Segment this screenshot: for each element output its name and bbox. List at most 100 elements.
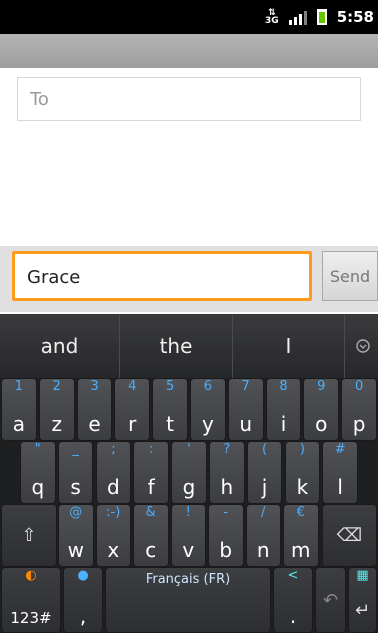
period-key[interactable]: <. <box>273 567 313 633</box>
key-x[interactable]: :-) x <box>95 504 131 567</box>
key-c-hint: & <box>145 505 156 520</box>
expand-suggestions-icon[interactable] <box>352 335 374 357</box>
key-o-hint: 9 <box>317 379 326 394</box>
key-j[interactable]: (j <box>246 441 283 504</box>
share-icon: < <box>287 568 299 583</box>
key-m-label: m <box>291 538 311 562</box>
key-r-label: r <box>128 412 137 436</box>
settings-icon: ◐ <box>25 568 37 583</box>
language-label: Français (FR) <box>145 572 231 587</box>
key-u[interactable]: 7u <box>227 378 264 441</box>
key-u-hint: 7 <box>241 379 250 394</box>
symbols-label: 123# <box>10 609 52 627</box>
suggestion-the[interactable]: the <box>120 314 233 378</box>
key-z-hint: 2 <box>52 379 61 394</box>
shift-key[interactable]: ⇧ <box>1 504 57 567</box>
suggestion-strip: and the I <box>0 314 378 378</box>
key-l-label: l <box>337 475 343 499</box>
undo-icon: ↶ <box>322 589 339 611</box>
key-s-label: s <box>70 475 81 499</box>
soft-keyboard: and the I 1 a 2 z 3 e 4 r 5 t 6 y 7 u 8 i 9 o 0 p " q _ s; d: f ' g… <box>0 314 378 633</box>
key-m[interactable]: € m <box>283 504 319 567</box>
key-a[interactable]: 1a <box>1 378 37 441</box>
key-h-hint: ? <box>223 442 231 457</box>
key-l[interactable]: # l <box>322 441 359 504</box>
key-w-hint: @ <box>69 505 83 520</box>
key-t[interactable]: 5t <box>152 378 188 441</box>
key-j-label: j <box>261 475 268 499</box>
key-n-label: n <box>256 538 270 562</box>
recipient-placeholder: To <box>30 89 49 110</box>
key-v[interactable]: ! v <box>170 504 206 567</box>
key-v-label: v <box>182 538 195 562</box>
key-j-hint: ( <box>262 442 268 457</box>
recipient-field[interactable]: To <box>17 77 361 121</box>
suggestion-and[interactable]: and <box>0 314 120 378</box>
comma-key-label: , <box>79 604 87 628</box>
comma-key[interactable]: ●, <box>63 567 103 633</box>
key-g[interactable]: ' g <box>171 441 207 504</box>
key-i[interactable]: 8i <box>265 378 302 441</box>
key-n[interactable]: / n <box>245 504 281 567</box>
key-f[interactable]: :f <box>133 441 170 504</box>
key-q[interactable]: " q <box>19 441 56 504</box>
key-d-hint: ; <box>111 442 116 457</box>
space-key[interactable]: Français (FR) <box>105 567 271 633</box>
key-p-label: p <box>352 412 366 436</box>
key-r-hint: 4 <box>128 379 137 394</box>
status-icons: ⇅ 3G 5:58 <box>265 0 378 34</box>
undo-key[interactable]: ↶ <box>315 567 346 633</box>
key-b-label: b <box>219 538 233 562</box>
symbols-key[interactable]: ◐ 123# <box>1 567 61 633</box>
key-b[interactable]: -b <box>208 504 244 567</box>
key-o-label: o <box>315 412 328 436</box>
key-d[interactable]: ; d <box>95 441 132 504</box>
key-y[interactable]: 6y <box>190 378 226 441</box>
key-g-label: g <box>182 475 196 499</box>
battery-icon <box>316 9 327 25</box>
enter-key[interactable]: ▦ ↵ <box>348 567 377 633</box>
suggestion-i[interactable]: I <box>233 314 345 378</box>
network-type-icon: ⇅ 3G <box>265 8 279 26</box>
key-r[interactable]: 4r <box>114 378 151 441</box>
key-c-label: c <box>145 538 157 562</box>
key-d-label: d <box>107 475 120 499</box>
key-f-label: f <box>147 475 155 499</box>
key-m-hint: € <box>296 505 305 520</box>
enter-icon: ↵ <box>354 599 371 621</box>
key-a-label: a <box>12 412 26 436</box>
message-input[interactable]: Grace <box>12 251 312 301</box>
key-x-hint: :-) <box>106 505 121 520</box>
key-s[interactable]: _ s <box>57 441 94 504</box>
key-s-hint: _ <box>72 442 79 457</box>
delete-key[interactable]: ⌫ <box>322 504 377 567</box>
key-v-hint: ! <box>185 505 191 520</box>
shift-icon: ⇧ <box>21 525 37 546</box>
key-i-label: i <box>280 412 287 436</box>
key-k-hint: ) <box>299 442 305 457</box>
key-l-hint: # <box>334 442 346 457</box>
key-h-label: h <box>220 475 234 499</box>
send-button[interactable]: Send <box>322 251 378 301</box>
key-b-hint: - <box>223 505 229 520</box>
key-p[interactable]: 0p <box>341 378 377 441</box>
key-q-hint: " <box>34 442 41 457</box>
key-u-label: u <box>239 412 253 436</box>
status-time: 5:58 <box>336 8 374 26</box>
key-e-label: e <box>88 412 101 436</box>
keyboard-icon: ▦ <box>356 568 369 583</box>
key-h[interactable]: ? h <box>208 441 245 504</box>
key-z[interactable]: 2z <box>38 378 75 441</box>
key-e[interactable]: 3e <box>76 378 113 441</box>
key-g-hint: ' <box>187 442 191 457</box>
signal-strength-icon <box>288 9 307 25</box>
microphone-icon: ● <box>77 568 89 583</box>
key-o[interactable]: 9o <box>303 378 340 441</box>
period-key-label: . <box>289 604 297 628</box>
key-y-hint: 6 <box>203 379 213 394</box>
key-w[interactable]: @ w <box>58 504 94 567</box>
key-k[interactable]: ) k <box>284 441 321 504</box>
key-c[interactable]: & c <box>133 504 169 567</box>
key-k-label: k <box>296 475 309 499</box>
key-f-hint: : <box>149 442 154 457</box>
